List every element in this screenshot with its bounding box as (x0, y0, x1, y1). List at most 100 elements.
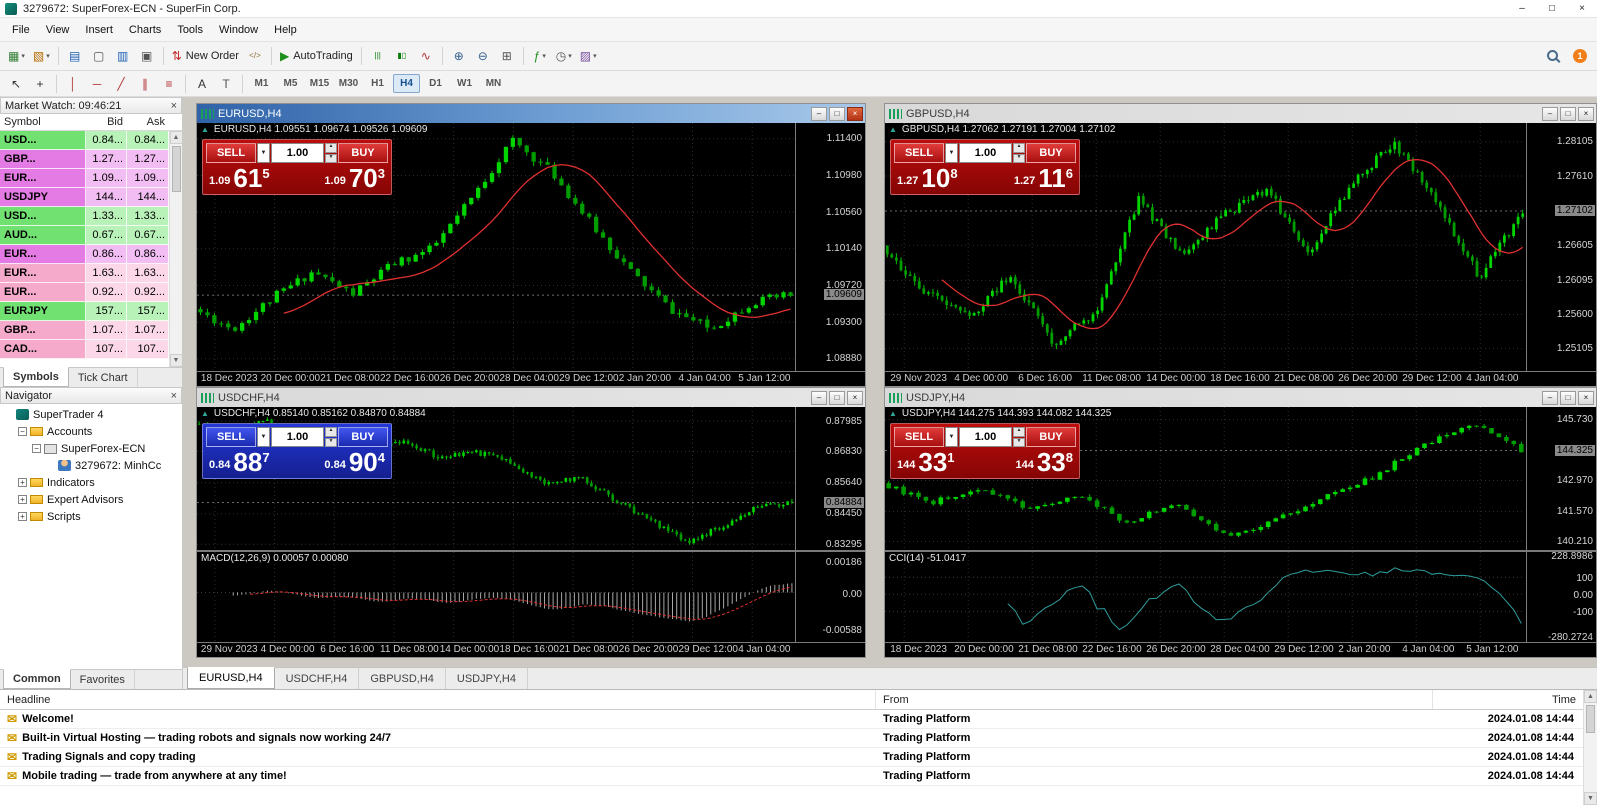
chart-window-titlebar[interactable]: EURUSD,H4 – □ × (197, 104, 865, 123)
menu-file[interactable]: File (4, 18, 38, 41)
scroll-down-icon[interactable] (169, 354, 182, 367)
chart-restore-button[interactable]: □ (829, 390, 845, 405)
chart-window-titlebar[interactable]: USDJPY,H4 – □ × (885, 388, 1596, 407)
market-watch-row[interactable]: USDJPY 144... 144... (0, 188, 169, 207)
one-click-toggle-icon[interactable]: ▲ (201, 125, 209, 134)
market-watch-row[interactable]: GBP... 1.27... 1.27... (0, 150, 169, 169)
scroll-up-icon[interactable] (169, 131, 182, 144)
candle-chart-button[interactable]: ▮▯ (391, 45, 413, 67)
price-axis[interactable]: 1.28105 1.27610 1.26605 1.26095 1.25600 1.251… (1526, 123, 1596, 371)
terminal-scrollbar[interactable] (1583, 690, 1597, 805)
stepper-up-icon[interactable]: ▲ (325, 427, 337, 437)
crosshair-button[interactable]: + (29, 73, 51, 95)
market-watch-row[interactable]: EUR... 1.63... 1.63... (0, 264, 169, 283)
timeframe-w1-button[interactable]: W1 (451, 74, 478, 93)
volume-dropdown-button[interactable]: ▼ (257, 427, 270, 447)
market-watch-tab-symbols[interactable]: Symbols (3, 367, 69, 387)
scroll-thumb[interactable] (1586, 705, 1595, 733)
market-watch-button[interactable]: ▤ (64, 45, 86, 67)
sell-button[interactable]: SELL (206, 143, 256, 163)
timeframe-mn-button[interactable]: MN (480, 74, 507, 93)
chart-window-titlebar[interactable]: GBPUSD,H4 – □ × (885, 104, 1596, 123)
timeframe-m1-button[interactable]: M1 (248, 74, 275, 93)
expander-minus-icon[interactable]: − (32, 444, 41, 453)
market-watch-row[interactable]: EUR... 0.86... 0.86... (0, 245, 169, 264)
horizontal-line-button[interactable]: ─ (86, 73, 108, 95)
chart-plot-area[interactable]: ▲ EURUSD,H4 1.09551 1.09674 1.09526 1.096… (197, 123, 795, 371)
menu-charts[interactable]: Charts (121, 18, 169, 41)
stepper-up-icon[interactable]: ▲ (1013, 427, 1025, 437)
stepper-down-icon[interactable]: ▼ (325, 153, 337, 163)
terminal-row[interactable]: Welcome! Trading Platform 2024.01.08 14:44 (0, 710, 1597, 729)
volume-input[interactable]: 1.00 (271, 427, 324, 447)
menu-view[interactable]: View (38, 18, 78, 41)
market-watch-row[interactable]: AUD... 0.67... 0.67... (0, 226, 169, 245)
market-watch-row[interactable]: EUR... 0.92... 0.92... (0, 283, 169, 302)
zoom-in-button[interactable]: ⊕ (448, 45, 470, 67)
tree-item-supertrader-4[interactable]: SuperTrader 4 (0, 406, 182, 423)
sell-button[interactable]: SELL (894, 143, 944, 163)
column-header-bid[interactable]: Bid (86, 116, 127, 128)
price-axis[interactable]: 1.11400 1.10980 1.10560 1.10140 1.09720 1.093… (795, 123, 865, 371)
market-watch-row[interactable]: EURJPY 157... 157... (0, 302, 169, 321)
chart-close-button[interactable]: × (847, 390, 863, 405)
market-watch-row[interactable]: USD... 1.33... 1.33... (0, 207, 169, 226)
expander-plus-icon[interactable]: + (18, 495, 27, 504)
tree-item-3279672-minhcc[interactable]: 3279672: MinhCc (0, 457, 182, 474)
cursor-button[interactable]: ↖ (5, 73, 27, 95)
tree-item-scripts[interactable]: + Scripts (0, 508, 182, 525)
window-minimize-button[interactable]: – (1507, 0, 1537, 17)
market-watch-titlebar[interactable]: Market Watch: 09:46:21 (0, 97, 182, 114)
volume-input[interactable]: 1.00 (959, 143, 1012, 163)
menu-tools[interactable]: Tools (169, 18, 211, 41)
tree-item-indicators[interactable]: + Indicators (0, 474, 182, 491)
chart-restore-button[interactable]: □ (1560, 106, 1576, 121)
navigator-button[interactable]: ▥ (112, 45, 134, 67)
volume-stepper[interactable]: ▲ ▼ (1013, 143, 1025, 163)
chart-close-button[interactable]: × (1578, 106, 1594, 121)
stepper-down-icon[interactable]: ▼ (1013, 437, 1025, 447)
terminal-row[interactable]: Built-in Virtual Hosting — trading robot… (0, 729, 1597, 748)
stepper-down-icon[interactable]: ▼ (1013, 153, 1025, 163)
volume-dropdown-button[interactable]: ▼ (945, 427, 958, 447)
chart-restore-button[interactable]: □ (829, 106, 845, 121)
buy-button[interactable]: BUY (1026, 143, 1076, 163)
chart-plot-area[interactable]: ▲ GBPUSD,H4 1.27062 1.27191 1.27004 1.271… (885, 123, 1526, 371)
scroll-thumb[interactable] (171, 146, 181, 192)
column-header-ask[interactable]: Ask (127, 116, 169, 128)
navigator-titlebar[interactable]: Navigator (0, 387, 182, 404)
tree-item-accounts[interactable]: − Accounts (0, 423, 182, 440)
market-watch-row[interactable]: EUR... 1.09... 1.09... (0, 169, 169, 188)
timeframe-m5-button[interactable]: M5 (277, 74, 304, 93)
chart-tab-usdjpy-h4[interactable]: USDJPY,H4 (446, 668, 528, 689)
search-button[interactable] (1542, 45, 1564, 67)
volume-dropdown-button[interactable]: ▼ (945, 143, 958, 163)
terminal-column-from[interactable]: From (876, 690, 1433, 709)
trendline-button[interactable]: ╱ (110, 73, 132, 95)
price-axis[interactable]: 0.87985 0.86830 0.85640 0.84450 0.83295 0.848… (795, 407, 865, 550)
indicator-axis[interactable]: 228.8986 100 0.00 -100 -280.2724 (1526, 550, 1596, 642)
terminal-column-time[interactable]: Time (1433, 690, 1583, 709)
terminal-column-headline[interactable]: Headline (0, 690, 876, 709)
equidistant-channel-button[interactable]: ∥ (134, 73, 156, 95)
scroll-down-icon[interactable] (1584, 792, 1597, 805)
one-click-toggle-icon[interactable]: ▲ (889, 409, 897, 418)
time-axis[interactable]: 29 Nov 2023 4 Dec 00:00 6 Dec 16:00 11 Dec … (885, 371, 1596, 386)
indicator-pane[interactable]: MACD(12,26,9) 0.00057 0.00080 (197, 550, 795, 642)
timeframe-m30-button[interactable]: M30 (335, 74, 362, 93)
notification-badge[interactable]: 1 (1573, 49, 1587, 63)
expander-minus-icon[interactable]: − (18, 427, 27, 436)
chart-tab-gbpusd-h4[interactable]: GBPUSD,H4 (359, 668, 446, 689)
terminal-button[interactable]: ▣ (136, 45, 158, 67)
chart-minimize-button[interactable]: – (811, 390, 827, 405)
chart-minimize-button[interactable]: – (811, 106, 827, 121)
stepper-down-icon[interactable]: ▼ (325, 437, 337, 447)
expander-plus-icon[interactable]: + (18, 478, 27, 487)
navigator-tab-common[interactable]: Common (3, 669, 71, 689)
terminal-row[interactable]: Trading Signals and copy trading Trading … (0, 748, 1597, 767)
time-axis[interactable]: 29 Nov 2023 4 Dec 00:00 6 Dec 16:00 11 Dec … (197, 642, 865, 657)
scroll-up-icon[interactable] (1584, 690, 1597, 703)
menu-window[interactable]: Window (211, 18, 266, 41)
chart-plot-area[interactable]: ▲ USDJPY,H4 144.275 144.393 144.082 144.3… (885, 407, 1526, 550)
new-chart-button[interactable]: ▦ ▾ (5, 45, 28, 67)
